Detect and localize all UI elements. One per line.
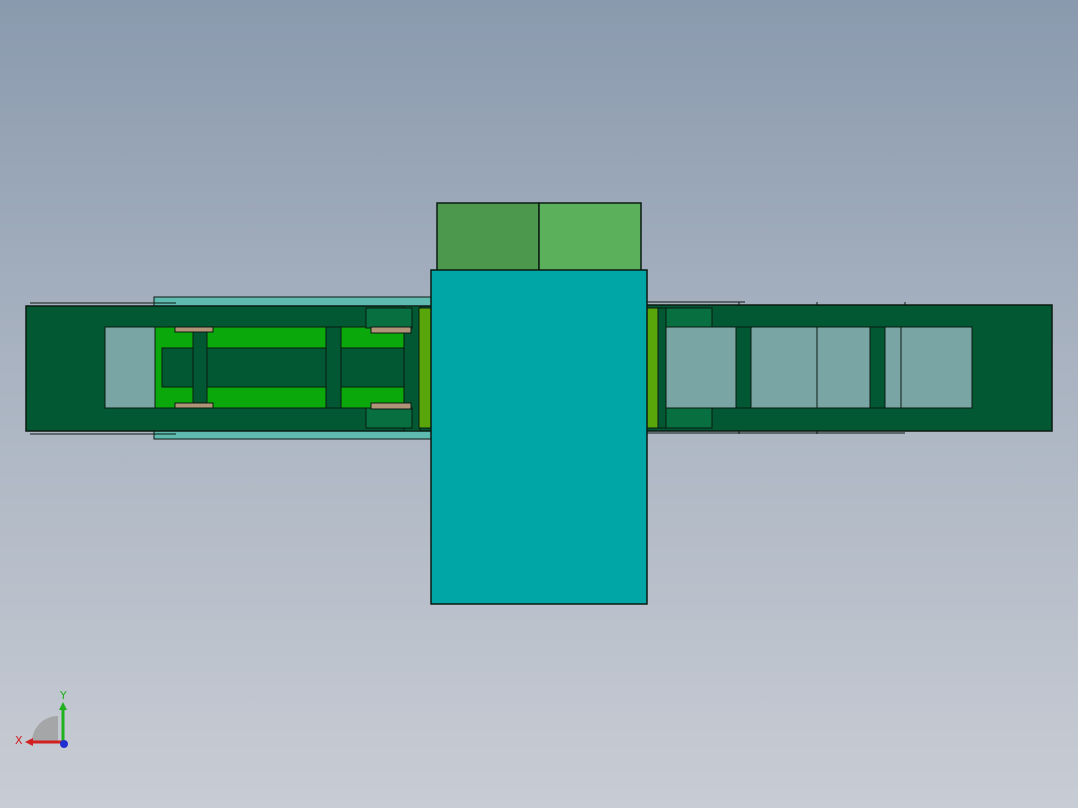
left-arm-pad [370, 326, 412, 334]
left-arm-pad [370, 402, 412, 410]
right-arm-connector [645, 307, 659, 429]
left-arm-window [104, 326, 158, 409]
left-arm-bar [192, 326, 208, 409]
right-arm[interactable] [645, 301, 1053, 434]
graphics-viewport[interactable]: Y X [0, 0, 1078, 808]
left-arm-connector [418, 307, 433, 429]
y-axis-label: Y [59, 689, 67, 702]
cad-model[interactable] [0, 0, 1078, 808]
orientation-triad[interactable]: Y X [10, 684, 80, 754]
left-arm-bar [325, 326, 342, 409]
center-block[interactable] [430, 269, 648, 605]
right-arm-bar [735, 326, 752, 409]
left-arm-pad [174, 402, 214, 409]
top-block-left-face [436, 202, 540, 274]
x-axis-label: X [15, 734, 23, 747]
top-block-right-face [538, 202, 642, 274]
right-arm-window [663, 326, 973, 409]
left-arm[interactable] [25, 296, 435, 440]
z-axis-dot-icon [60, 740, 68, 748]
triad-plane-icon [32, 716, 58, 742]
left-arm-pad [174, 326, 214, 333]
right-arm-bar [869, 326, 886, 409]
top-block[interactable] [436, 202, 642, 274]
